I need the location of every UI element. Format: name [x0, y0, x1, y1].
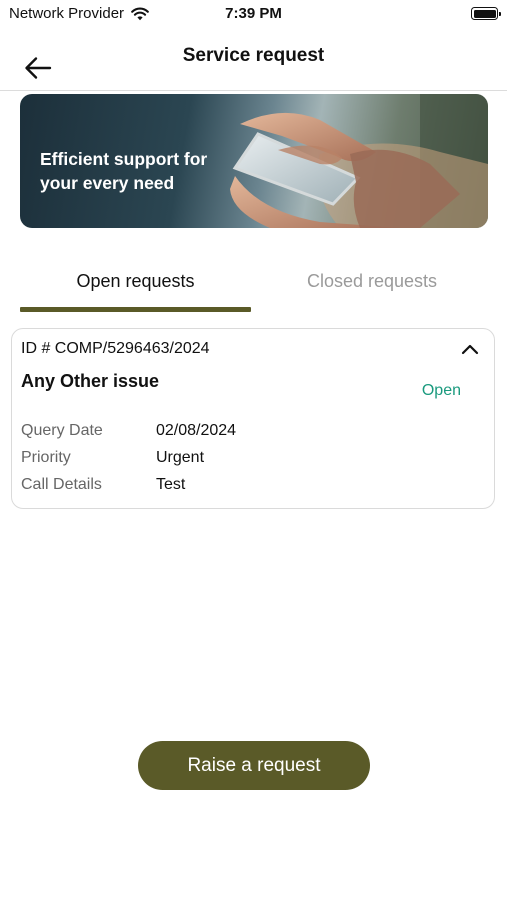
detail-label: Priority: [21, 449, 71, 466]
battery-icon: [471, 7, 501, 20]
app-header: Service request: [0, 28, 507, 91]
status-badge: Open: [421, 382, 461, 399]
tab-closed-requests[interactable]: Closed requests: [252, 262, 492, 312]
battery-level: [473, 9, 496, 18]
tab-open-requests[interactable]: Open requests: [20, 262, 251, 312]
support-banner: Efficient support for your every need: [20, 94, 488, 228]
request-card[interactable]: ID # COMP/5296463/2024 Any Other issue O…: [11, 328, 495, 509]
active-tab-indicator: [20, 307, 251, 312]
request-tabs: Open requests Closed requests: [20, 262, 484, 312]
request-issue-title: Any Other issue: [21, 371, 160, 391]
detail-value: 02/08/2024: [156, 422, 237, 439]
status-bar: Network Provider 7:39 PM: [0, 0, 507, 28]
raise-request-button[interactable]: Raise a request: [138, 741, 370, 790]
detail-label: Query Date: [21, 422, 103, 439]
detail-row-priority: Priority Urgent: [21, 449, 421, 471]
detail-label: Call Details: [21, 476, 102, 493]
detail-value: Urgent: [156, 449, 205, 466]
banner-headline: Efficient support for your every need: [40, 149, 208, 193]
detail-row-call-details: Call Details Test: [21, 476, 421, 498]
battery-terminal: [499, 11, 501, 16]
status-time: 7:39 PM: [225, 5, 282, 22]
tab-label: Open requests: [76, 271, 195, 291]
tab-label: Closed requests: [306, 271, 438, 291]
page-title: Service request: [182, 45, 325, 66]
detail-row-query-date: Query Date 02/08/2024: [21, 422, 421, 444]
detail-value: Test: [156, 476, 186, 493]
request-id: ID # COMP/5296463/2024: [21, 340, 210, 357]
chevron-up-icon[interactable]: [460, 341, 480, 357]
